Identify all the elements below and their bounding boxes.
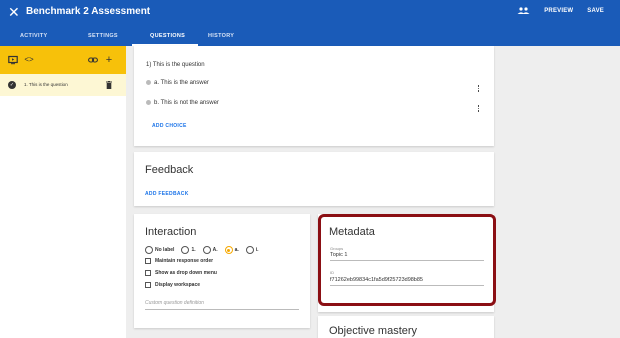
- checkbox-label: Display workspace: [155, 282, 201, 288]
- option-label: A.: [212, 247, 218, 253]
- checkbox-label: Show as drop down menu: [155, 270, 217, 276]
- app-title: Benchmark 2 Assessment: [26, 6, 151, 17]
- close-icon[interactable]: ✕: [8, 5, 20, 19]
- radio-selected-icon[interactable]: [224, 246, 233, 254]
- question-sidebar: <> + ✓ 1. This is the question: [0, 46, 126, 338]
- app-bar: ✕ Benchmark 2 Assessment PREVIEW SAVE AC…: [0, 0, 620, 46]
- screen-icon[interactable]: [8, 55, 18, 65]
- correct-radio-icon[interactable]: [146, 100, 151, 105]
- label-option-numeric[interactable]: 1.: [181, 246, 196, 254]
- maintain-order-checkbox[interactable]: Maintain response order: [145, 258, 213, 264]
- checkbox-icon[interactable]: [145, 258, 151, 264]
- choice-label: b. This is not the answer: [154, 100, 219, 107]
- feedback-card: Feedback ADD FEEDBACK: [134, 152, 494, 206]
- correct-radio-icon[interactable]: [146, 80, 151, 85]
- option-label: 1.: [191, 247, 196, 253]
- radio-icon[interactable]: [145, 246, 153, 254]
- preview-button[interactable]: PREVIEW: [544, 8, 573, 14]
- sidebar-toolbar: <> +: [0, 46, 126, 74]
- save-button[interactable]: SAVE: [587, 8, 604, 14]
- label-option-lower-alpha[interactable]: a.: [224, 246, 239, 254]
- choice-label: a. This is the answer: [154, 80, 209, 87]
- display-workspace-checkbox[interactable]: Display workspace: [145, 282, 200, 288]
- top-actions: PREVIEW SAVE: [517, 7, 604, 14]
- plus-icon[interactable]: +: [104, 55, 114, 66]
- dropdown-menu-checkbox[interactable]: Show as drop down menu: [145, 270, 217, 276]
- option-label: i.: [255, 247, 259, 253]
- question-prompt[interactable]: 1) This is the question: [146, 62, 205, 68]
- choice-a[interactable]: a. This is the answer: [146, 80, 209, 86]
- objective-mastery-title: Objective mastery: [329, 325, 418, 337]
- link-icon[interactable]: [88, 55, 98, 65]
- check-circle-icon: ✓: [8, 81, 16, 89]
- checkbox-icon[interactable]: [145, 282, 151, 288]
- custom-definition-input[interactable]: Custom question definition: [145, 298, 299, 310]
- code-icon[interactable]: <>: [24, 55, 34, 65]
- radio-icon[interactable]: [245, 246, 254, 254]
- feedback-title: Feedback: [145, 164, 194, 176]
- more-vert-icon[interactable]: [477, 104, 480, 113]
- tab-bar: ACTIVITY SETTINGS QUESTIONS HISTORY: [0, 30, 620, 46]
- tab-activity[interactable]: ACTIVITY: [20, 33, 47, 39]
- label-option-none[interactable]: No label: [145, 246, 174, 254]
- radio-icon[interactable]: [181, 246, 190, 254]
- tab-questions[interactable]: QUESTIONS: [150, 33, 185, 39]
- option-label: a.: [234, 247, 239, 253]
- tab-settings[interactable]: SETTINGS: [88, 33, 118, 39]
- sidebar-item-question-1[interactable]: ✓ 1. This is the question: [0, 74, 126, 96]
- interaction-title: Interaction: [145, 226, 197, 238]
- trash-icon[interactable]: [106, 81, 112, 89]
- add-feedback-button[interactable]: ADD FEEDBACK: [145, 191, 189, 197]
- objective-mastery-card: Objective mastery: [318, 316, 494, 338]
- interaction-card: Interaction No label 1. A. a. i. Maintai…: [134, 214, 310, 328]
- label-option-roman[interactable]: i.: [245, 246, 259, 254]
- tab-history[interactable]: HISTORY: [208, 33, 234, 39]
- add-choice-button[interactable]: ADD CHOICE: [152, 123, 187, 129]
- label-style-options: No label 1. A. a. i.: [145, 246, 266, 254]
- metadata-highlight-box: [318, 214, 496, 306]
- label-option-upper-alpha[interactable]: A.: [202, 246, 218, 254]
- sidebar-item-label: 1. This is the question: [24, 82, 68, 87]
- people-icon[interactable]: [517, 7, 530, 14]
- choice-b[interactable]: b. This is not the answer: [146, 100, 219, 106]
- checkbox-label: Maintain response order: [155, 258, 214, 264]
- checkbox-icon[interactable]: [145, 270, 151, 276]
- more-vert-icon[interactable]: [477, 84, 480, 93]
- question-card: 1) This is the question a. This is the a…: [134, 46, 494, 146]
- radio-icon[interactable]: [202, 246, 211, 254]
- option-label: No label: [155, 247, 175, 253]
